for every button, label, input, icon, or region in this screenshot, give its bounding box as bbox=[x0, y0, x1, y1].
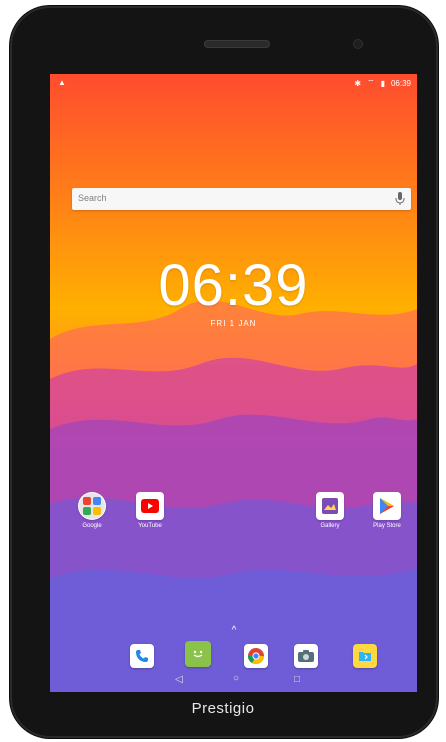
favorites-dock bbox=[110, 641, 377, 669]
camera-icon[interactable] bbox=[294, 644, 318, 668]
chrome-icon[interactable] bbox=[244, 644, 268, 668]
search-bar[interactable]: Search bbox=[72, 188, 411, 210]
app-youtube[interactable]: YouTube bbox=[128, 492, 172, 529]
app-label-play-store: Play Store bbox=[373, 523, 401, 529]
recents-icon[interactable]: □ bbox=[294, 674, 300, 685]
wifi-icon: ⌔ bbox=[367, 78, 375, 87]
front-camera bbox=[353, 39, 363, 49]
file-manager-icon[interactable] bbox=[353, 644, 377, 668]
app-label-gallery: Gallery bbox=[320, 523, 340, 529]
app-gallery[interactable]: Gallery bbox=[308, 492, 352, 529]
navigation-bar: ◁ ○ □ bbox=[50, 670, 417, 690]
search-placeholder: Search bbox=[78, 193, 107, 203]
app-play-store[interactable]: Play Store bbox=[365, 492, 409, 529]
clock-widget-date: FRI 1 JAN bbox=[210, 319, 257, 328]
warning-icon: ▲ bbox=[58, 78, 66, 87]
app-label-youtube: YouTube bbox=[138, 523, 162, 529]
gallery-icon bbox=[316, 492, 344, 520]
clock-widget-time[interactable]: 06:39 bbox=[50, 252, 417, 319]
tablet-device: ▲ ✱ ⌔ ▮ 06:39 Search 06:39 FRI 1 JAN Goo… bbox=[10, 6, 438, 738]
app-drawer-caret-icon[interactable]: ^ bbox=[228, 625, 240, 636]
status-time: 06:39 bbox=[390, 78, 411, 88]
wallpaper-waves bbox=[50, 300, 417, 692]
home-screen: ▲ ✱ ⌔ ▮ 06:39 Search 06:39 FRI 1 JAN Goo… bbox=[50, 74, 417, 692]
brand-logo: Prestigio bbox=[191, 700, 255, 717]
home-icon[interactable]: ○ bbox=[233, 673, 239, 684]
phone-icon[interactable] bbox=[130, 644, 154, 668]
messaging-icon[interactable] bbox=[185, 641, 211, 667]
youtube-icon bbox=[136, 492, 164, 520]
google-icon bbox=[78, 492, 106, 520]
app-label-google: Google bbox=[82, 523, 102, 529]
battery-icon: ▮ bbox=[380, 78, 385, 88]
status-bar: ▲ ✱ ⌔ ▮ 06:39 bbox=[50, 74, 417, 92]
bluetooth-icon: ✱ bbox=[354, 78, 362, 88]
app-google[interactable]: Google bbox=[70, 492, 114, 529]
play-store-icon bbox=[373, 492, 401, 520]
speaker-grille bbox=[204, 40, 270, 48]
back-icon[interactable]: ◁ bbox=[175, 674, 183, 685]
microphone-icon[interactable] bbox=[395, 192, 405, 206]
